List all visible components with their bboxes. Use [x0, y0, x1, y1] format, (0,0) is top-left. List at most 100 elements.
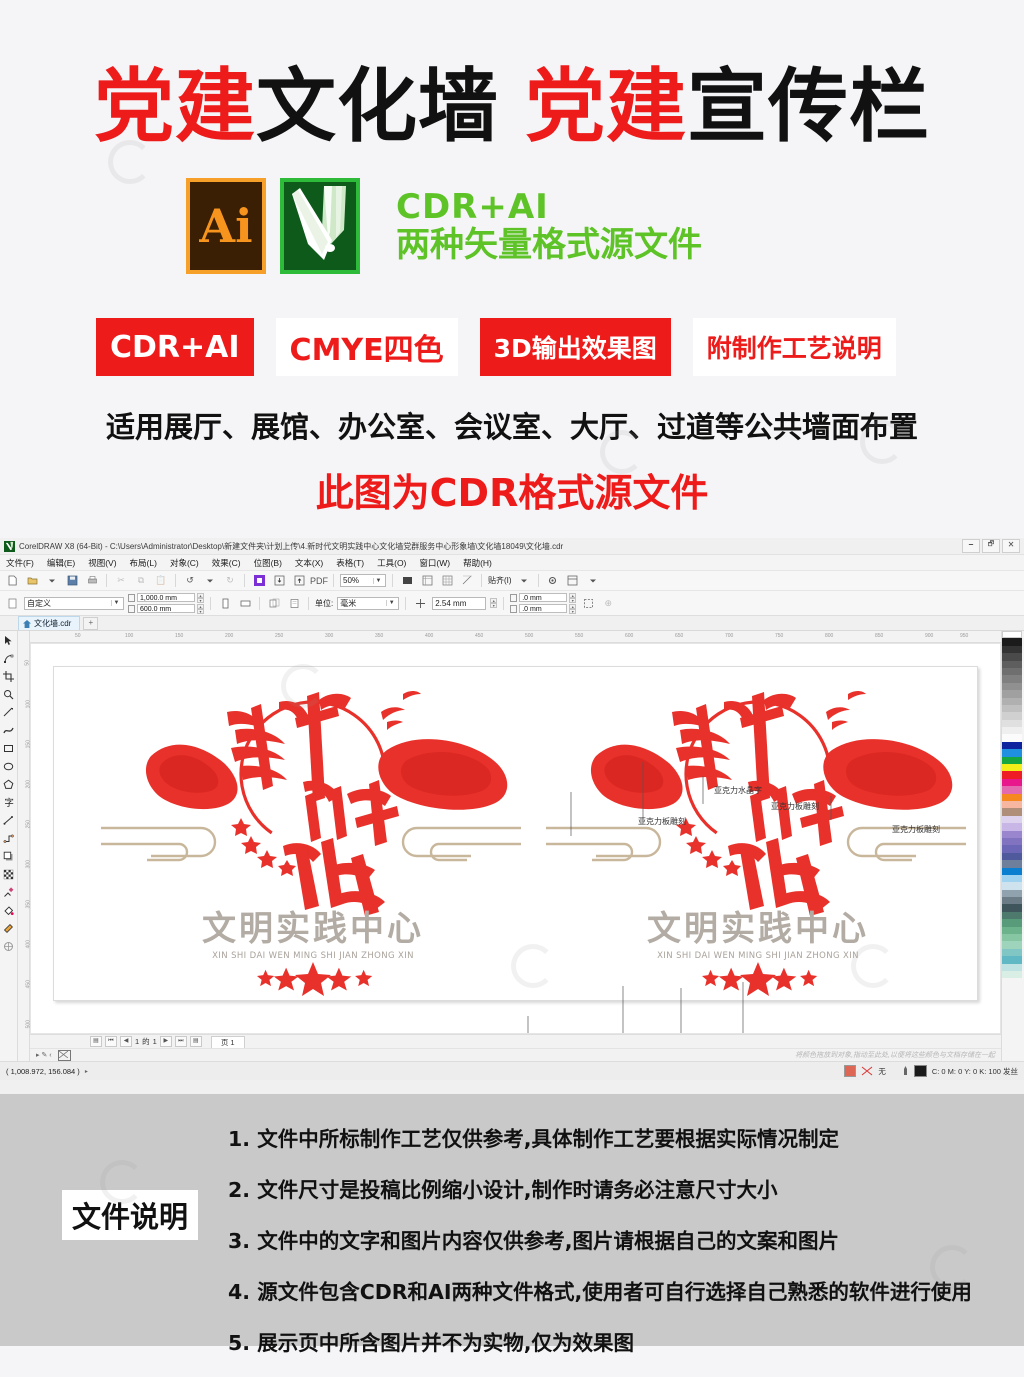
snap-to-label[interactable]: 贴齐(I)	[488, 575, 512, 586]
chevron-down-icon[interactable]: ▼	[373, 577, 383, 584]
page-height-stepper[interactable]: ▴ ▾	[197, 603, 204, 614]
chevron-down-icon[interactable]	[44, 573, 60, 589]
swatch[interactable]	[1002, 963, 1022, 971]
show-rulers-icon[interactable]	[419, 573, 435, 589]
duplicate-x-field[interactable]: .0 mm	[519, 593, 568, 602]
freehand-tool-icon[interactable]	[1, 705, 16, 720]
swatch[interactable]	[1002, 837, 1022, 846]
color-eyedropper-tool-icon[interactable]	[1, 885, 16, 900]
rectangle-tool-icon[interactable]	[1, 741, 16, 756]
swatch[interactable]	[1002, 704, 1022, 713]
swatch[interactable]	[1002, 874, 1022, 883]
swatch[interactable]	[1002, 764, 1022, 772]
edit-bounding-box-icon[interactable]	[580, 595, 596, 611]
swatch[interactable]	[1002, 749, 1022, 757]
swatch[interactable]	[1002, 904, 1022, 912]
new-icon[interactable]	[4, 573, 20, 589]
units-combo[interactable]: 毫米 ▼	[337, 596, 400, 610]
swatch[interactable]	[1002, 808, 1022, 816]
nudge-stepper[interactable]: ▴ ▾	[490, 598, 498, 608]
export-icon[interactable]	[271, 573, 287, 589]
menu-file[interactable]: 文件(F)	[6, 557, 34, 569]
menu-object[interactable]: 对象(C)	[170, 557, 199, 569]
gear-icon[interactable]	[545, 573, 561, 589]
vertical-ruler[interactable]: 50 100 150 200 250 300 350 400 450 500	[18, 631, 31, 1061]
show-guides-icon[interactable]	[459, 573, 475, 589]
chevron-down-icon[interactable]: ▼	[386, 600, 396, 606]
undo-icon[interactable]: ↺	[182, 573, 198, 589]
swatch[interactable]	[1002, 697, 1022, 705]
outline-color-swatch[interactable]	[913, 1065, 927, 1077]
show-grid-icon[interactable]	[439, 573, 455, 589]
menu-view[interactable]: 视图(V)	[88, 557, 116, 569]
page-width-field[interactable]: 1,000.0 mm	[137, 593, 195, 602]
menu-help[interactable]: 帮助(H)	[463, 557, 492, 569]
outline-tool-icon[interactable]	[1, 939, 16, 954]
menu-table[interactable]: 表格(T)	[336, 557, 364, 569]
swatch[interactable]	[1002, 800, 1022, 809]
swatch[interactable]	[1002, 948, 1022, 957]
import-icon[interactable]	[251, 573, 267, 589]
chevron-down-icon[interactable]	[516, 573, 532, 589]
smart-fill-tool-icon[interactable]	[1, 921, 16, 936]
swatch[interactable]	[1002, 919, 1022, 927]
zoom-level-combo[interactable]: 50% ▼	[340, 574, 386, 587]
swatch[interactable]	[1002, 911, 1022, 920]
swatch[interactable]	[1002, 897, 1022, 905]
connector-tool-icon[interactable]	[1, 831, 16, 846]
next-page-button[interactable]: ▶	[159, 1036, 172, 1047]
swatch[interactable]	[1002, 941, 1022, 949]
minimize-button[interactable]: 🗕	[962, 539, 980, 553]
swatch[interactable]	[1002, 867, 1022, 875]
drawing-canvas[interactable]: 文明实践中心 XIN SHI DAI WEN MING SHI JIAN ZHO…	[30, 643, 1001, 1034]
add-document-tab-button[interactable]: +	[83, 616, 99, 630]
swatch[interactable]	[1002, 712, 1022, 720]
text-tool-icon[interactable]: 字	[1, 795, 16, 810]
duplicate-y-field[interactable]: .0 mm	[519, 604, 568, 613]
swatch[interactable]	[1002, 719, 1022, 728]
print-icon[interactable]	[84, 573, 100, 589]
shape-tool-icon[interactable]	[1, 651, 16, 666]
chevron-down-icon[interactable]	[202, 573, 218, 589]
prev-page-button[interactable]: ◀	[120, 1036, 132, 1047]
swatch[interactable]	[1002, 934, 1022, 942]
color-palette[interactable]	[1001, 631, 1024, 1061]
chevron-down-icon[interactable]	[585, 573, 601, 589]
chevron-down-icon[interactable]: ▼	[111, 600, 121, 606]
menu-effects[interactable]: 效果(C)	[212, 557, 241, 569]
swatch[interactable]	[1002, 756, 1022, 765]
page-tab-1[interactable]: 页 1	[210, 1035, 245, 1048]
portrait-orientation-icon[interactable]	[217, 595, 233, 611]
swatch[interactable]	[1002, 889, 1022, 898]
pick-tool-icon[interactable]	[1, 633, 16, 648]
page-preset-combo[interactable]: 自定义 ▼	[24, 596, 124, 610]
landscape-orientation-icon[interactable]	[237, 595, 253, 611]
menu-tools[interactable]: 工具(O)	[377, 557, 406, 569]
page-height-field[interactable]: 600.0 mm	[137, 604, 195, 613]
chevron-right-icon[interactable]: ▸	[85, 1068, 88, 1075]
swatch[interactable]	[1002, 830, 1022, 838]
swatch[interactable]	[1002, 660, 1022, 668]
nudge-distance-field[interactable]: 2.54 mm	[432, 596, 487, 610]
duplicate-x-stepper[interactable]: ▴ ▾	[569, 592, 577, 603]
swatch[interactable]	[1002, 860, 1022, 868]
swatch[interactable]	[1002, 970, 1022, 979]
first-page-button[interactable]: ⏮	[105, 1036, 117, 1047]
swatch[interactable]	[1002, 690, 1022, 698]
horizontal-ruler[interactable]: 50 100 150 200 250 300 350 400 450 500 5…	[30, 631, 1001, 643]
swatch[interactable]	[1002, 667, 1022, 676]
close-button[interactable]: 🗙	[1002, 539, 1020, 553]
artistic-media-tool-icon[interactable]	[1, 723, 16, 738]
swatch[interactable]	[1002, 741, 1022, 750]
swatch[interactable]	[1002, 852, 1022, 861]
page-width-stepper[interactable]: ▴ ▾	[197, 592, 204, 603]
swatch[interactable]	[1002, 815, 1022, 824]
parallel-dimension-tool-icon[interactable]	[1, 813, 16, 828]
menu-layout[interactable]: 布局(L)	[130, 557, 157, 569]
swatch[interactable]	[1002, 645, 1022, 654]
swatch[interactable]	[1002, 793, 1022, 801]
application-launcher-icon[interactable]	[565, 573, 581, 589]
full-screen-preview-icon[interactable]	[399, 573, 415, 589]
menu-edit[interactable]: 编辑(E)	[47, 557, 75, 569]
all-pages-icon[interactable]	[266, 595, 282, 611]
